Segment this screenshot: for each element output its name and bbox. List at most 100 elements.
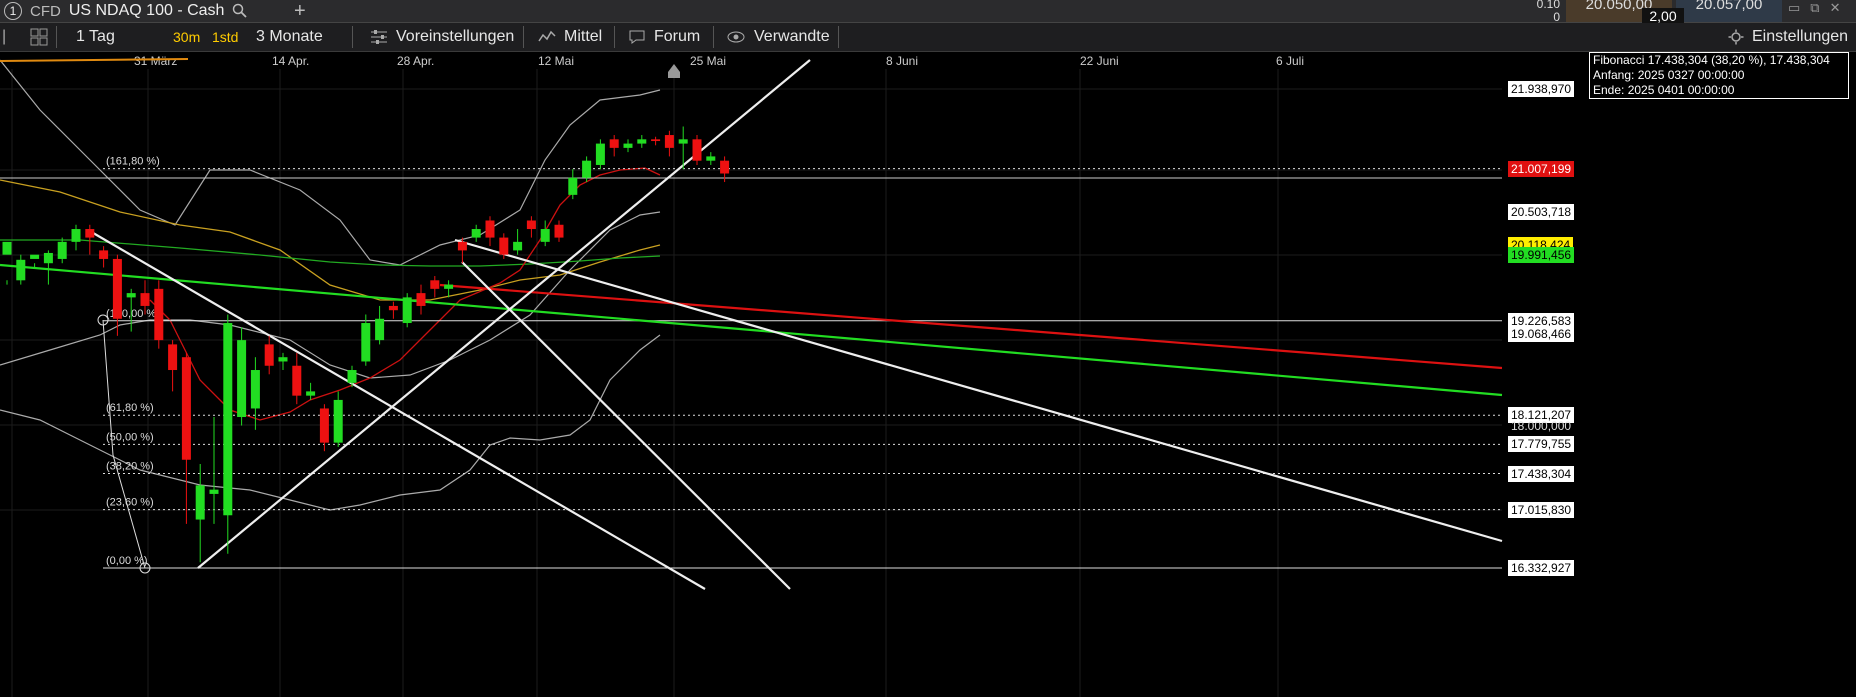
price-scale-label: 19.068,466: [1508, 326, 1575, 343]
candle-body: [306, 391, 316, 396]
tooltip-line-3: Ende: 2025 0401 00:00:00: [1593, 83, 1735, 97]
window-controls: ▭⧉✕: [1788, 0, 1851, 16]
eye-icon: [727, 31, 745, 43]
price-scale-label: 16.332,927: [1508, 560, 1575, 576]
settings-button[interactable]: Einstellungen: [1728, 23, 1848, 51]
presets-label: Voreinstellungen: [396, 28, 515, 45]
toolbar-divider: [614, 26, 615, 48]
averages-button[interactable]: Mittel: [538, 23, 602, 51]
chat-bubble-icon: [629, 30, 645, 44]
candle-body: [430, 280, 440, 289]
grid-layout-icon[interactable]: [30, 28, 48, 46]
candle-body: [347, 370, 357, 383]
candle-body: [2, 241, 12, 255]
candle-body: [678, 139, 688, 144]
x-axis-label: 25 Mai: [690, 54, 726, 68]
price-scale-label: 17.015,830: [1508, 501, 1575, 518]
title-bar: 1 CFD US NDAQ 100 - Cash + 0.10 0 20.050…: [0, 0, 1856, 24]
x-axis-label: 31 März: [134, 54, 177, 68]
candle-body: [664, 135, 674, 148]
x-axis-label: 28 Apr.: [397, 54, 434, 68]
close-icon[interactable]: ✕: [1830, 0, 1851, 15]
minimize-icon[interactable]: ▭: [1788, 0, 1810, 15]
candle-body: [375, 318, 385, 341]
candle-body: [250, 370, 260, 409]
candle-body: [582, 160, 592, 178]
candle-body: [209, 489, 219, 494]
price-scale-label: 21.938,970: [1508, 81, 1575, 97]
maximize-icon[interactable]: ⧉: [1810, 0, 1829, 15]
candle-body: [195, 485, 205, 520]
forum-label: Forum: [654, 28, 701, 45]
candle-body: [292, 365, 302, 396]
add-tab-icon[interactable]: +: [294, 0, 306, 22]
x-axis-label: 14 Apr.: [272, 54, 309, 68]
tooltip-line-1: Fibonacci 17.438,304 (38,20 %), 17.438,3…: [1593, 53, 1830, 67]
candle-body: [402, 297, 412, 324]
tooltip-line-2: Anfang: 2025 0327 00:00:00: [1593, 68, 1745, 82]
candle-body: [388, 305, 398, 311]
averages-label: Mittel: [564, 28, 603, 45]
candle-body: [361, 323, 371, 362]
related-button[interactable]: Verwandte: [726, 23, 830, 51]
price-chart-area[interactable]: 31 März 14 Apr. 28 Apr. 12 Mai 25 Mai 8 Juni 2…: [0, 52, 1856, 697]
indicator-lines: [0, 58, 661, 511]
candle-body: [126, 293, 136, 298]
fib-level-label: (50,00 %): [106, 431, 154, 443]
candle-body: [154, 288, 164, 341]
price-scale-label: 20.503,718: [1508, 203, 1575, 220]
home-marker-icon: [668, 64, 680, 72]
candle-body: [16, 259, 26, 281]
toolbar-divider: [352, 26, 353, 48]
fib-level-label: (61,80 %): [106, 402, 154, 414]
settings-label: Einstellungen: [1752, 28, 1849, 45]
candle-body: [692, 139, 702, 161]
candle-body: [554, 224, 564, 238]
related-label: Verwandte: [754, 28, 830, 45]
candle-body: [471, 229, 481, 238]
candle-body: [223, 323, 233, 516]
toolbar-divider: [713, 26, 714, 48]
toolbar-divider: [523, 26, 524, 48]
candle-body: [168, 344, 178, 371]
fib-level-label: (161,80 %): [106, 156, 160, 168]
chart-toolbar: | 1 Tag 30m 1std 3 Monate Voreinstellung…: [0, 23, 1856, 52]
candle-body: [71, 229, 81, 242]
candle-body: [513, 241, 523, 251]
candle-body: [264, 344, 274, 366]
candle-body: [237, 340, 247, 418]
candle-body: [112, 258, 122, 319]
menu-icon[interactable]: |: [2, 28, 6, 46]
price-scale-label: 21.007,199: [1508, 160, 1575, 177]
candle-body: [333, 399, 343, 443]
candle-body: [43, 252, 53, 264]
interval-dropdown[interactable]: 1 Tag: [76, 23, 115, 51]
candle-body: [637, 139, 647, 144]
presets-button[interactable]: Voreinstellungen: [370, 23, 514, 51]
price-scale-label: 19.991,456: [1508, 247, 1575, 264]
x-axis-label: 22 Juni: [1080, 54, 1119, 68]
buy-quote-button[interactable]: 20.057,00: [1676, 0, 1782, 22]
candle-body: [99, 250, 109, 259]
x-axis-label: 8 Juni: [886, 54, 918, 68]
candle-body: [720, 160, 730, 174]
range-dropdown[interactable]: 3 Monate: [256, 23, 323, 51]
candle-body: [319, 408, 329, 443]
candle-body: [540, 229, 550, 242]
indicator-icon: [538, 30, 556, 42]
sliders-icon: [371, 30, 387, 44]
forum-button[interactable]: Forum: [628, 23, 700, 51]
candle-body: [609, 139, 619, 148]
layout-icons: |: [2, 23, 48, 51]
instrument-tab[interactable]: 1 CFD US NDAQ 100 - Cash: [0, 0, 248, 22]
candle-body: [278, 357, 288, 362]
chart-application-window: 1 CFD US NDAQ 100 - Cash + 0.10 0 20.050…: [0, 0, 1856, 697]
candle-body: [85, 229, 95, 238]
candle-body: [30, 254, 40, 259]
resolution-1std-button[interactable]: 1std: [212, 23, 238, 51]
candle-body: [651, 139, 661, 142]
price-scale-label: 17.438,304: [1508, 465, 1575, 482]
search-icon[interactable]: [232, 3, 248, 19]
white-up-trend-line: [197, 59, 811, 569]
resolution-30m-button[interactable]: 30m: [173, 23, 200, 51]
